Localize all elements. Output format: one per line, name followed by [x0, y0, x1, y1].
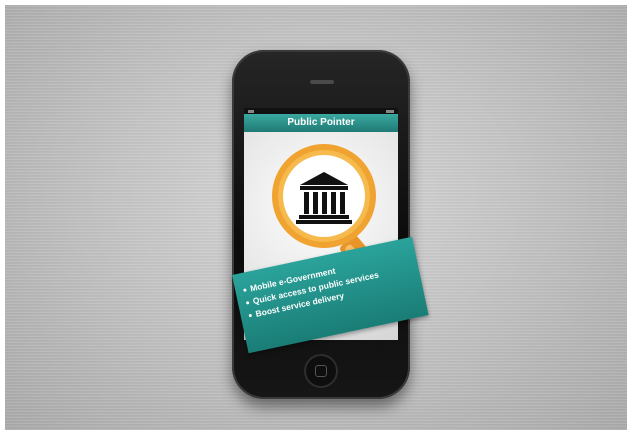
home-button[interactable] [304, 354, 338, 388]
bullet-icon [245, 301, 250, 305]
bullet-icon [248, 314, 253, 318]
app-title: Public Pointer [287, 117, 355, 128]
home-button-icon [315, 365, 327, 377]
app-title-bar: Public Pointer [244, 114, 398, 132]
battery-icon [386, 109, 394, 113]
earpiece-speaker [310, 80, 334, 84]
signal-icon [248, 109, 254, 113]
bullet-icon [243, 288, 247, 293]
